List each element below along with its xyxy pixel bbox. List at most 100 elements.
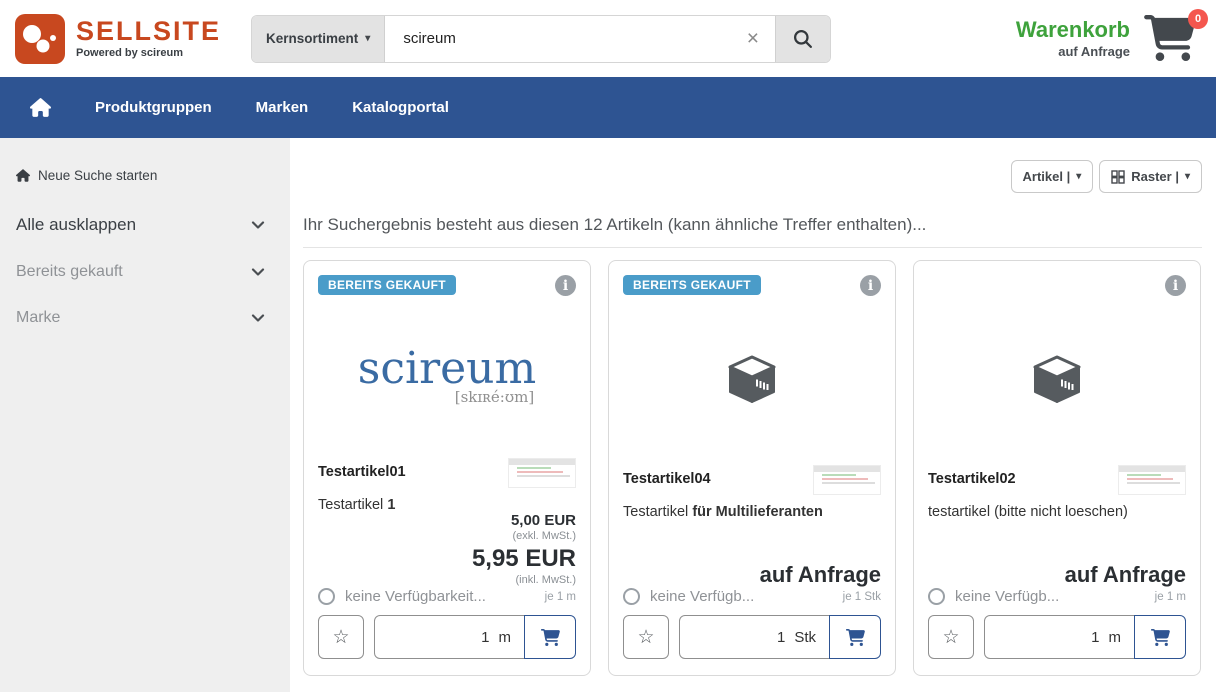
product-card: i Testartikel02 (913, 260, 1201, 676)
brand-logo-icon (14, 13, 66, 65)
layout-label: Raster | (1131, 169, 1179, 184)
datasheet-thumbnail[interactable] (813, 465, 881, 495)
quantity-value: 1 (481, 629, 489, 646)
datasheet-thumbnail[interactable] (508, 458, 576, 488)
nav-item-marken[interactable]: Marken (256, 99, 309, 116)
home-icon (30, 98, 51, 117)
availability-text: keine Verfügb... (955, 588, 1059, 605)
price-incl: 5,95 EUR (318, 546, 576, 572)
price-incl-note: (inkl. MwSt.) (318, 573, 576, 587)
expand-all-label: Alle ausklappen (16, 215, 136, 235)
nav-item-katalogportal[interactable]: Katalogportal (352, 99, 449, 116)
info-icon[interactable]: i (860, 275, 881, 296)
star-icon: ☆ (942, 626, 959, 649)
search-input[interactable] (403, 30, 742, 47)
chevron-down-icon: ▾ (365, 33, 370, 44)
product-image[interactable] (928, 305, 1186, 455)
quantity-input[interactable]: 1 Stk (679, 615, 830, 659)
quantity-unit: m (1109, 629, 1122, 646)
favorite-button[interactable]: ☆ (928, 615, 974, 659)
chevron-down-icon (250, 310, 266, 326)
favorite-button[interactable]: ☆ (623, 615, 669, 659)
info-icon[interactable]: i (1165, 275, 1186, 296)
product-grid: BEREITS GEKAUFT i scireum [skɪʀé:ʊm] Tes… (303, 260, 1202, 676)
nav-item-produktgruppen[interactable]: Produktgruppen (95, 99, 212, 116)
price-block: auf Anfrage (928, 563, 1186, 587)
quantity-unit: Stk (794, 629, 816, 646)
header: SELLSITE Powered by scireum Kernsortimen… (0, 0, 1216, 77)
cart-title: Warenkorb (1016, 18, 1130, 42)
cart-link[interactable]: Warenkorb auf Anfrage 0 (1016, 11, 1202, 66)
brand-name: SELLSITE (76, 18, 221, 45)
product-title[interactable]: Testartikel01 (318, 458, 406, 480)
product-image[interactable] (623, 305, 881, 455)
price-on-request: auf Anfrage (623, 563, 881, 587)
quantity-unit: m (499, 629, 512, 646)
quantity-value: 1 (1091, 629, 1099, 646)
search-button[interactable] (775, 16, 830, 62)
product-title[interactable]: Testartikel02 (928, 465, 1016, 487)
nav-home-button[interactable] (30, 98, 51, 117)
cart-count-badge: 0 (1188, 9, 1208, 29)
availability-text: keine Verfügb... (650, 588, 754, 605)
results-main: Artikel | ▾ Raster | ▾ Ihr Suchergebnis … (290, 138, 1216, 692)
cart-icon (1151, 629, 1170, 646)
availability-icon (623, 588, 640, 605)
box-placeholder-icon (725, 354, 779, 406)
product-card: BEREITS GEKAUFT i scireum [skɪʀé:ʊm] Tes… (303, 260, 591, 676)
price-block: auf Anfrage (623, 563, 881, 587)
availability-icon (928, 588, 945, 605)
scireum-wordmark: scireum (358, 347, 536, 391)
per-unit-note: je 1 Stk (843, 591, 881, 603)
price-excl: 5,00 EUR (318, 513, 576, 530)
search-category-dropdown[interactable]: Kernsortiment ▾ (252, 16, 385, 62)
brand-tagline: Powered by scireum (76, 47, 221, 59)
results-toolbar: Artikel | ▾ Raster | ▾ (303, 160, 1202, 193)
price-block: 5,00 EUR (exkl. MwSt.) 5,95 EUR (inkl. M… (318, 513, 576, 587)
main-navbar: Produktgruppen Marken Katalogportal (0, 77, 1216, 138)
new-search-link[interactable]: Neue Suche starten (16, 168, 266, 183)
add-to-cart-button[interactable] (1134, 615, 1186, 659)
view-type-button[interactable]: Artikel | ▾ (1011, 160, 1094, 193)
product-title[interactable]: Testartikel04 (623, 465, 711, 487)
view-type-label: Artikel | (1023, 169, 1071, 184)
chevron-down-icon (250, 217, 266, 233)
quantity-input[interactable]: 1 m (374, 615, 525, 659)
product-card: BEREITS GEKAUFT i Testartikel04 (608, 260, 896, 676)
product-description: Testartikel für Multilieferanten (623, 504, 881, 520)
favorite-button[interactable]: ☆ (318, 615, 364, 659)
product-image[interactable]: scireum [skɪʀé:ʊm] (318, 305, 576, 448)
quantity-value: 1 (777, 629, 785, 646)
cart-icon (846, 629, 865, 646)
datasheet-thumbnail[interactable] (1118, 465, 1186, 495)
layout-button[interactable]: Raster | ▾ (1099, 160, 1202, 193)
cart-subtitle: auf Anfrage (1016, 44, 1130, 59)
home-icon (16, 169, 30, 182)
chevron-down-icon: ▾ (1076, 171, 1081, 182)
add-to-cart-button[interactable] (829, 615, 881, 659)
expand-all-toggle[interactable]: Alle ausklappen (16, 215, 266, 235)
filter-sidebar: Neue Suche starten Alle ausklappen Berei… (0, 138, 290, 692)
quantity-input[interactable]: 1 m (984, 615, 1135, 659)
price-on-request: auf Anfrage (928, 563, 1186, 587)
cart-icon (541, 629, 560, 646)
availability-icon (318, 588, 335, 605)
add-to-cart-button[interactable] (524, 615, 576, 659)
status-badge: BEREITS GEKAUFT (318, 275, 456, 295)
filter-bereits-gekauft[interactable]: Bereits gekauft (16, 263, 266, 281)
availability-text: keine Verfügbarkeit... (345, 588, 486, 605)
brand-logo[interactable]: SELLSITE Powered by scireum (14, 13, 221, 65)
search-icon (794, 30, 812, 48)
results-summary: Ihr Suchergebnis besteht aus diesen 12 A… (303, 215, 1202, 248)
filter-marke[interactable]: Marke (16, 309, 266, 327)
per-unit-note: je 1 m (1155, 591, 1186, 603)
star-icon: ☆ (332, 626, 349, 649)
chevron-down-icon (250, 264, 266, 280)
clear-search-icon[interactable]: × (743, 28, 763, 49)
info-icon[interactable]: i (555, 275, 576, 296)
box-placeholder-icon (1030, 354, 1084, 406)
filter-label: Marke (16, 309, 60, 327)
filter-label: Bereits gekauft (16, 263, 123, 281)
price-excl-note: (exkl. MwSt.) (318, 529, 576, 543)
star-icon: ☆ (637, 626, 654, 649)
